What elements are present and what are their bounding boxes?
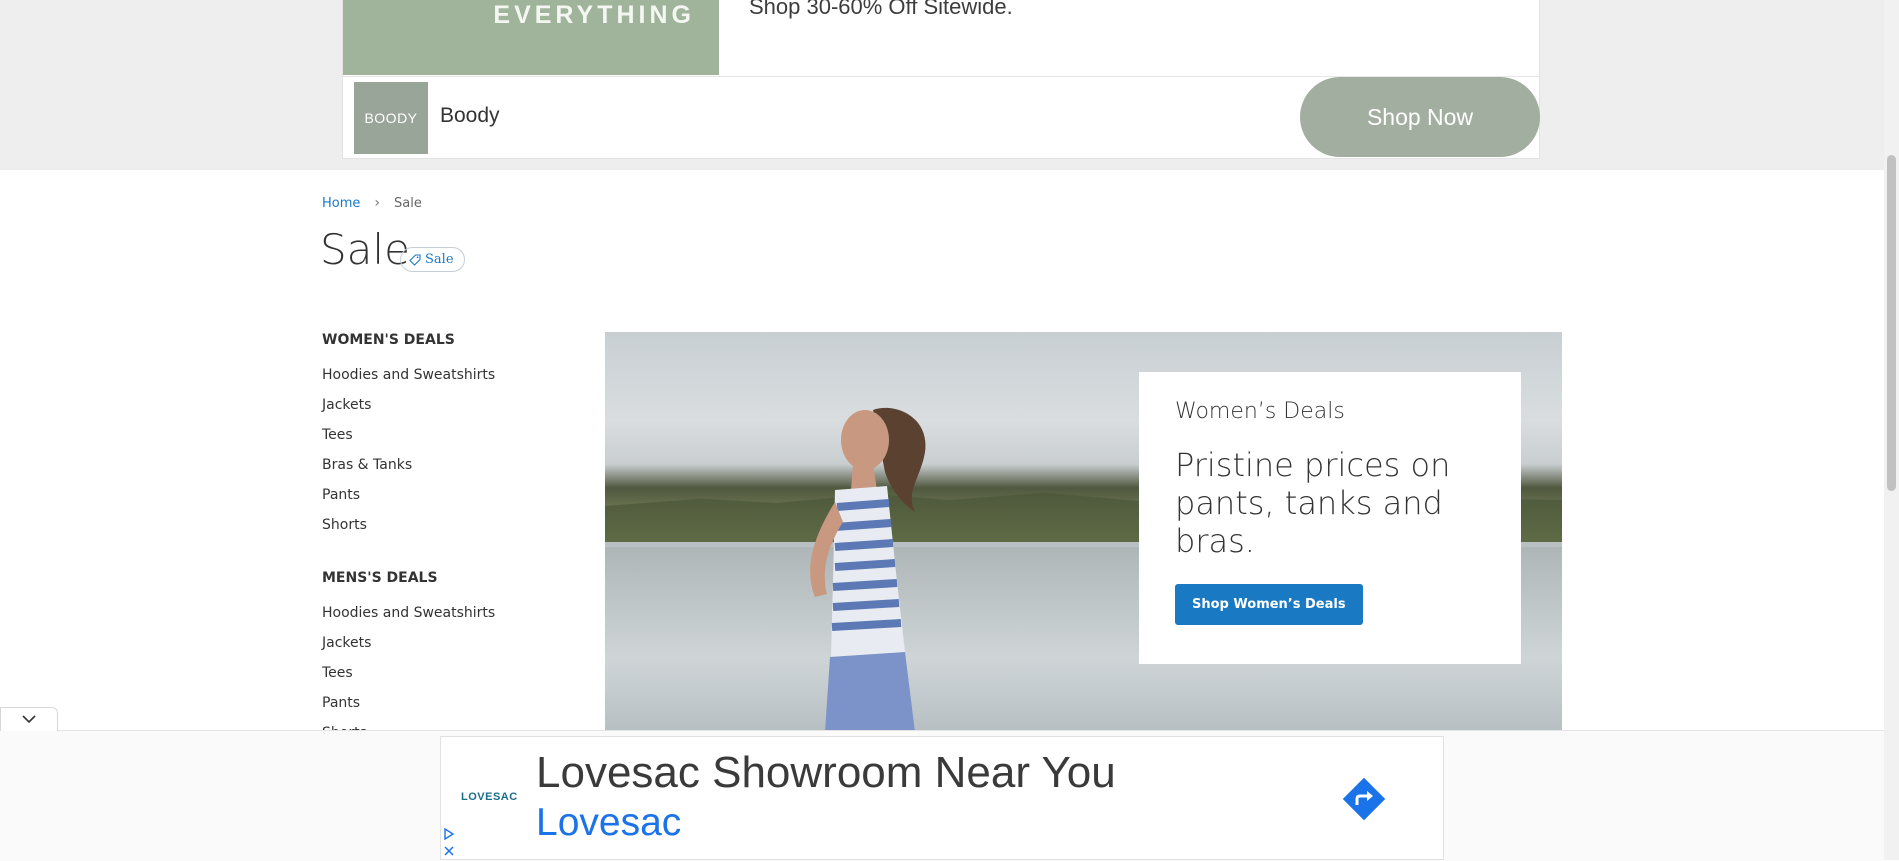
adchoices-icon[interactable] <box>443 828 455 840</box>
breadcrumb: Home › Sale <box>322 195 422 211</box>
hero-promo-card: Women’s Deals Pristine prices on pants, … <box>1139 372 1521 664</box>
sale-badge-label: Sale <box>425 252 454 267</box>
chevron-right-icon: › <box>374 195 380 211</box>
bottom-ad-brand[interactable]: Lovesac <box>536 799 681 847</box>
mens-deals-heading: MENS'S DEALS <box>322 570 438 586</box>
lovesac-logo-tagline <box>461 803 518 808</box>
womens-deals-heading: WOMEN'S DEALS <box>322 332 455 348</box>
hero-kicker: Women’s Deals <box>1175 399 1345 424</box>
ad-offer-text[interactable]: Shop 30-60% Off Sitewide. <box>749 0 1013 20</box>
chevron-down-icon <box>22 715 36 724</box>
sidebar-item-mens-hoodies[interactable]: Hoodies and Sweatshirts <box>322 598 572 628</box>
sidebar-item-womens-tees[interactable]: Tees <box>322 420 572 450</box>
tag-icon <box>409 253 421 266</box>
sidebar-item-womens-bras-tanks[interactable]: Bras & Tanks <box>322 450 572 480</box>
sidebar-item-womens-shorts[interactable]: Shorts <box>322 510 572 540</box>
sale-badge[interactable]: Sale <box>400 247 465 272</box>
hero-title: Pristine prices on pants, tanks and bras… <box>1175 446 1451 560</box>
sidebar-item-mens-pants[interactable]: Pants <box>322 688 572 718</box>
ad-brand-name[interactable]: Boody <box>440 104 500 128</box>
ad-hero-image[interactable]: EVERYTHING <box>343 0 719 75</box>
scrollbar-thumb[interactable] <box>1887 155 1896 491</box>
mens-deals-group: MENS'S DEALS Hoodies and Sweatshirts Jac… <box>322 568 572 748</box>
shop-now-button[interactable]: Shop Now <box>1300 77 1540 157</box>
breadcrumb-home-link[interactable]: Home <box>322 196 360 211</box>
lovesac-ad[interactable]: LOVESAC Lovesac Showroom Near You Lovesa… <box>440 736 1444 860</box>
page-title: Sale <box>320 225 410 274</box>
sidebar-item-womens-hoodies[interactable]: Hoodies and Sweatshirts <box>322 360 572 390</box>
bottom-ad-title[interactable]: Lovesac Showroom Near You <box>536 747 1116 799</box>
deals-sidebar: WOMEN'S DEALS Hoodies and Sweatshirts Ja… <box>322 330 572 776</box>
boody-logo[interactable]: BOODY <box>354 82 428 154</box>
sidebar-item-womens-pants[interactable]: Pants <box>322 480 572 510</box>
lovesac-logo[interactable]: LOVESAC <box>461 791 518 808</box>
boody-ad[interactable]: EVERYTHING Shop 30-60% Off Sitewide. BOO… <box>342 0 1540 159</box>
womens-deals-group: WOMEN'S DEALS Hoodies and Sweatshirts Ja… <box>322 330 572 540</box>
directions-arrow-icon[interactable] <box>1338 773 1390 825</box>
ad-hero-text: EVERYTHING <box>493 1 695 29</box>
shop-womens-deals-button[interactable]: Shop Women’s Deals <box>1175 584 1363 625</box>
collapse-ad-button[interactable] <box>0 707 58 731</box>
sidebar-item-womens-jackets[interactable]: Jackets <box>322 390 572 420</box>
close-icon[interactable] <box>443 845 455 857</box>
sidebar-item-mens-jackets[interactable]: Jackets <box>322 628 572 658</box>
breadcrumb-current: Sale <box>394 195 422 211</box>
lovesac-logo-text: LOVESAC <box>461 791 518 803</box>
womens-deals-hero[interactable]: Women’s Deals Pristine prices on pants, … <box>605 332 1562 732</box>
runner-image <box>810 407 926 732</box>
page-scrollbar[interactable] <box>1884 0 1899 860</box>
sidebar-item-mens-tees[interactable]: Tees <box>322 658 572 688</box>
top-ad-band: EVERYTHING Shop 30-60% Off Sitewide. BOO… <box>0 0 1884 170</box>
